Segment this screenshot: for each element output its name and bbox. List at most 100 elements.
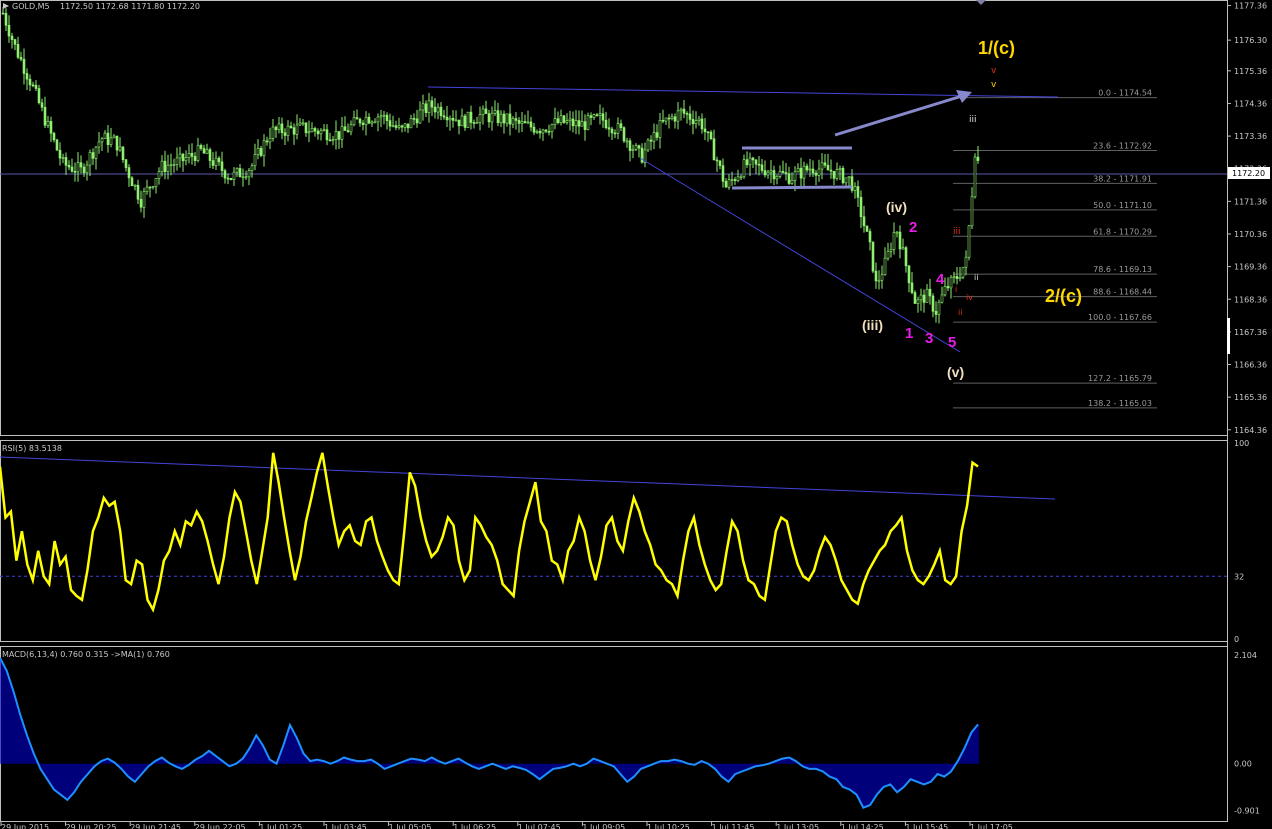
candle bbox=[49, 116, 53, 142]
candle bbox=[973, 153, 977, 199]
candle bbox=[448, 115, 452, 131]
candle bbox=[712, 129, 716, 161]
candle bbox=[154, 178, 158, 194]
candle bbox=[910, 272, 914, 295]
price-scale-marker bbox=[1227, 318, 1230, 354]
candle bbox=[664, 117, 668, 126]
candle bbox=[952, 271, 956, 284]
candle bbox=[277, 116, 281, 134]
candle bbox=[346, 123, 350, 133]
candle bbox=[682, 100, 686, 119]
candle bbox=[766, 169, 770, 179]
candle bbox=[313, 126, 317, 137]
candle bbox=[394, 120, 398, 131]
candle bbox=[829, 159, 833, 179]
candle bbox=[496, 102, 500, 127]
price-tick-label: 1174.36 bbox=[1234, 99, 1267, 108]
candle bbox=[715, 156, 719, 172]
candle bbox=[316, 128, 320, 140]
candle bbox=[607, 118, 611, 137]
candle bbox=[526, 110, 530, 125]
wave-label-v-yellow: v bbox=[991, 80, 997, 90]
candle bbox=[604, 111, 608, 130]
candle bbox=[859, 190, 863, 229]
candle bbox=[553, 107, 557, 130]
time-tick-label: 1 Jul 10:25 bbox=[647, 823, 690, 829]
candle bbox=[643, 142, 647, 168]
candle bbox=[451, 110, 455, 128]
projection-arrow[interactable] bbox=[834, 94, 963, 137]
candle bbox=[433, 98, 437, 119]
fib-level-label: 138.2 - 1165.03 bbox=[1088, 399, 1152, 408]
candle bbox=[259, 145, 263, 158]
candle bbox=[139, 190, 143, 213]
candle bbox=[424, 100, 428, 118]
fibonacci-levels: 0.0 - 1174.54 23.6 - 1172.92 38.2 - 1171.9… bbox=[953, 89, 1157, 409]
macd-tick-label: 2.104 bbox=[1234, 651, 1257, 660]
candle bbox=[217, 156, 221, 166]
candle bbox=[649, 135, 653, 151]
candle bbox=[181, 153, 185, 172]
candle bbox=[964, 250, 968, 276]
candle bbox=[505, 113, 509, 127]
candle bbox=[472, 119, 476, 129]
time-axis: 29 Jun 2015 29 Jun 20:25 29 Jun 21:45 29 Ju… bbox=[0, 822, 1013, 829]
candle bbox=[262, 134, 266, 167]
wave-label-1c: 1/(c) bbox=[978, 38, 1015, 58]
candle bbox=[361, 120, 365, 131]
candle bbox=[721, 158, 725, 188]
candle bbox=[76, 152, 80, 182]
candle bbox=[514, 112, 518, 130]
candle bbox=[544, 129, 548, 134]
wave-label-iii-paren: (iii) bbox=[862, 317, 883, 333]
candle bbox=[769, 160, 773, 184]
candle bbox=[655, 124, 659, 141]
candle bbox=[79, 155, 83, 174]
candle bbox=[523, 114, 527, 124]
candle bbox=[637, 144, 641, 158]
trading-chart[interactable]: 1177.36 1176.30 1175.36 1174.36 1173.36 1172.… bbox=[0, 0, 1272, 829]
candle bbox=[898, 225, 902, 259]
candle bbox=[148, 186, 152, 198]
wave-label-i-small: i bbox=[955, 285, 957, 294]
candle bbox=[229, 177, 233, 181]
chart-shift-marker[interactable] bbox=[976, 0, 986, 5]
candle bbox=[142, 187, 146, 218]
candle bbox=[250, 163, 254, 178]
wave-label-iii-small-top: iii bbox=[969, 115, 977, 125]
candle bbox=[733, 176, 737, 185]
time-tick-label: 1 Jul 11:45 bbox=[712, 823, 755, 829]
candle bbox=[751, 156, 755, 168]
candle bbox=[34, 80, 38, 92]
rsi-tick-label: 0 bbox=[1234, 635, 1239, 644]
fib-level-label: 38.2 - 1171.91 bbox=[1093, 174, 1152, 183]
candle bbox=[562, 114, 566, 124]
price-y-axis: 1177.36 1176.30 1175.36 1174.36 1173.36 1172.… bbox=[1227, 2, 1267, 435]
candle bbox=[385, 112, 389, 130]
candle bbox=[484, 100, 488, 114]
candle bbox=[511, 116, 515, 129]
candle bbox=[556, 111, 560, 125]
candle bbox=[403, 123, 407, 132]
candle bbox=[976, 145, 980, 164]
candle bbox=[763, 160, 767, 178]
rsi-trendline[interactable] bbox=[0, 456, 1056, 500]
triangle-bottom-line[interactable] bbox=[731, 185, 853, 190]
candle bbox=[823, 154, 827, 168]
candle bbox=[409, 114, 413, 129]
candle bbox=[937, 299, 941, 324]
candle bbox=[610, 126, 614, 141]
candle bbox=[358, 117, 362, 127]
candle bbox=[481, 105, 485, 125]
candle bbox=[853, 182, 857, 199]
candle bbox=[118, 137, 122, 152]
candle bbox=[256, 139, 260, 160]
wave-label-iv-paren: (iv) bbox=[886, 199, 907, 215]
candle bbox=[889, 242, 893, 258]
candle bbox=[349, 120, 353, 136]
candle bbox=[331, 136, 335, 146]
candle bbox=[115, 135, 119, 157]
candle bbox=[25, 68, 29, 91]
candle bbox=[517, 117, 521, 133]
price-tick-label: 1169.36 bbox=[1234, 263, 1267, 272]
